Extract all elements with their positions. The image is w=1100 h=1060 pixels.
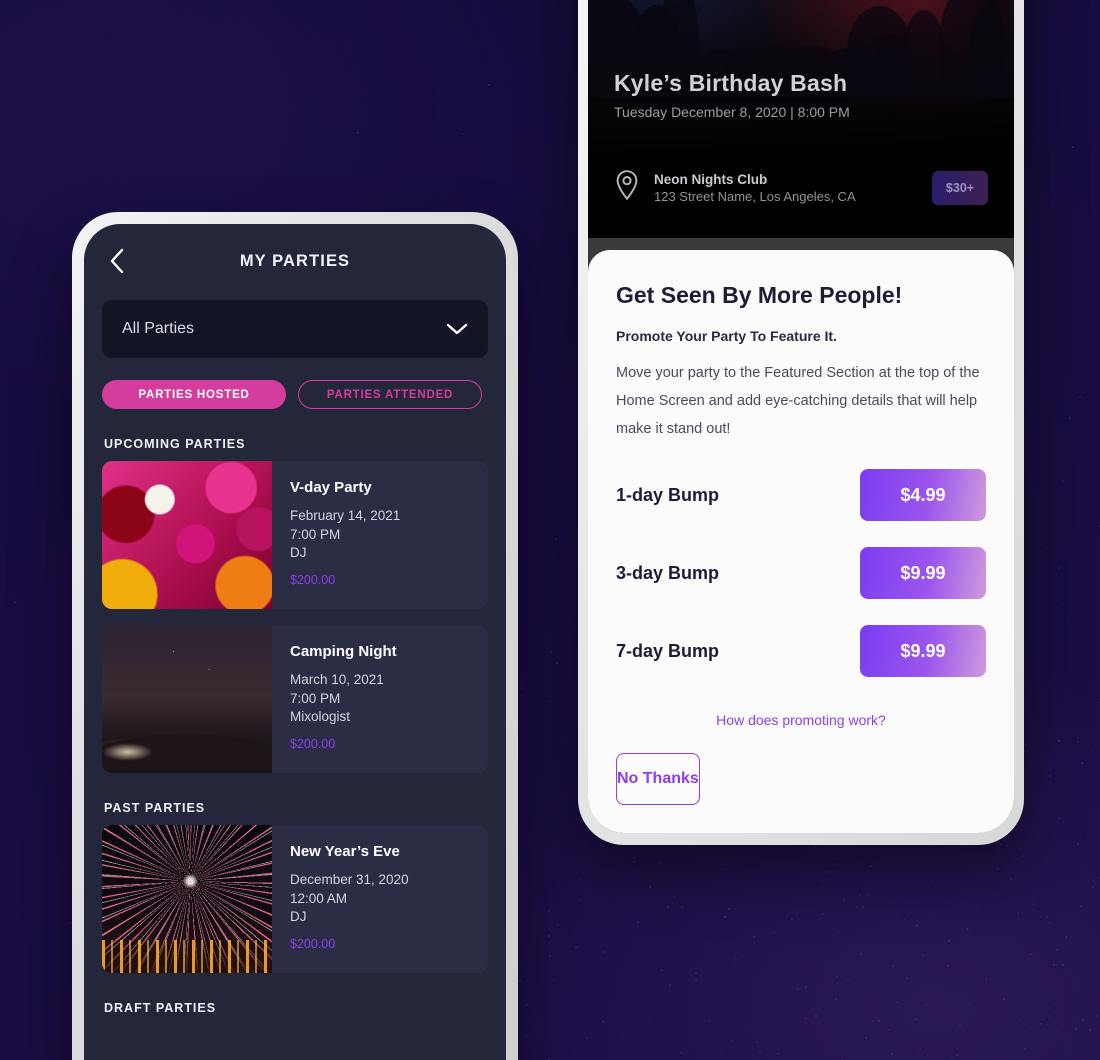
party-details: New Year’s Eve December 31, 2020 12:00 A…: [272, 825, 488, 973]
left-phone-screen: MY PARTIES All Parties PARTIES HOSTED PA…: [84, 224, 506, 1060]
party-name: Camping Night: [290, 643, 397, 660]
promo-subheading: Promote Your Party To Feature It.: [616, 328, 837, 344]
party-role-tabs: PARTIES HOSTED PARTIES ATTENDED: [102, 380, 488, 409]
right-phone-device: Kyle’s Birthday Bash Tuesday December 8,…: [578, 0, 1024, 845]
event-hero-banner: Kyle’s Birthday Bash Tuesday December 8,…: [588, 0, 1014, 238]
section-title-draft: DRAFT PARTIES: [104, 1001, 217, 1015]
party-date: February 14, 2021: [290, 508, 401, 523]
bump-option-label: 1-day Bump: [616, 484, 720, 505]
party-details: Camping Night March 10, 2021 7:00 PM Mix…: [272, 625, 488, 773]
location-pin-icon: [614, 169, 640, 206]
party-role: Mixologist: [290, 709, 351, 724]
party-date: December 31, 2020: [290, 872, 409, 887]
venue-info: Neon Nights Club 123 Street Name, Los An…: [654, 172, 918, 204]
bump-option-row: 7-day Bump $9.99: [616, 625, 986, 677]
party-list-item[interactable]: V-day Party February 14, 2021 7:00 PM DJ…: [102, 461, 488, 609]
party-thumbnail-image: [102, 625, 272, 773]
price-badge: $30+: [932, 170, 988, 205]
buy-3-day-bump-button[interactable]: $9.99: [860, 547, 986, 599]
party-price: $200.00: [290, 736, 336, 751]
party-time: 7:00 PM: [290, 690, 341, 706]
event-datetime: Tuesday December 8, 2020 | 8:00 PM: [614, 104, 850, 120]
buy-1-day-bump-button[interactable]: $4.99: [860, 469, 986, 521]
bump-option-label: 3-day Bump: [616, 562, 720, 583]
promo-description: Move your party to the Featured Section …: [616, 365, 980, 437]
party-role: DJ: [290, 545, 307, 560]
promote-party-modal: Get Seen By More People! Promote Your Pa…: [588, 250, 1014, 833]
section-title-past: PAST PARTIES: [104, 801, 206, 815]
party-filter-value: All Parties: [122, 320, 195, 337]
section-title-upcoming: UPCOMING PARTIES: [104, 437, 246, 451]
how-promoting-works-link[interactable]: How does promoting work?: [616, 712, 986, 728]
party-time: 12:00 AM: [290, 890, 348, 906]
event-title: Kyle’s Birthday Bash: [614, 70, 848, 96]
event-venue-row: Neon Nights Club 123 Street Name, Los An…: [614, 169, 988, 206]
tab-parties-attended[interactable]: PARTIES ATTENDED: [298, 380, 482, 409]
left-phone-device: MY PARTIES All Parties PARTIES HOSTED PA…: [72, 212, 518, 1060]
page-title: MY PARTIES: [239, 251, 351, 270]
chevron-down-icon: [446, 322, 468, 336]
tab-parties-hosted[interactable]: PARTIES HOSTED: [102, 380, 286, 409]
party-time: 7:00 PM: [290, 526, 341, 542]
no-thanks-button[interactable]: No Thanks: [616, 753, 700, 805]
party-price: $200.00: [290, 936, 336, 951]
party-name: V-day Party: [290, 479, 372, 496]
party-price: $200.00: [290, 572, 336, 587]
party-list-item[interactable]: Camping Night March 10, 2021 7:00 PM Mix…: [102, 625, 488, 773]
promo-heading: Get Seen By More People!: [616, 282, 903, 308]
right-phone-screen: Kyle’s Birthday Bash Tuesday December 8,…: [588, 0, 1014, 833]
party-date: March 10, 2021: [290, 672, 384, 687]
buy-7-day-bump-button[interactable]: $9.99: [860, 625, 986, 677]
party-name: New Year’s Eve: [290, 843, 400, 860]
bump-option-label: 7-day Bump: [616, 640, 720, 661]
chevron-left-icon[interactable]: [104, 248, 130, 274]
event-heading-block: Kyle’s Birthday Bash Tuesday December 8,…: [614, 70, 850, 120]
venue-address: 123 Street Name, Los Angeles, CA: [654, 188, 856, 204]
party-thumbnail-image: [102, 461, 272, 609]
bump-option-row: 1-day Bump $4.99: [616, 469, 986, 521]
party-role: DJ: [290, 909, 307, 924]
party-list-item[interactable]: New Year’s Eve December 31, 2020 12:00 A…: [102, 825, 488, 973]
bump-option-row: 3-day Bump $9.99: [616, 547, 986, 599]
party-details: V-day Party February 14, 2021 7:00 PM DJ…: [272, 461, 488, 609]
party-thumbnail-image: [102, 825, 272, 973]
venue-name: Neon Nights Club: [654, 171, 768, 187]
party-filter-dropdown[interactable]: All Parties: [102, 300, 488, 358]
my-parties-header: MY PARTIES: [84, 224, 506, 298]
